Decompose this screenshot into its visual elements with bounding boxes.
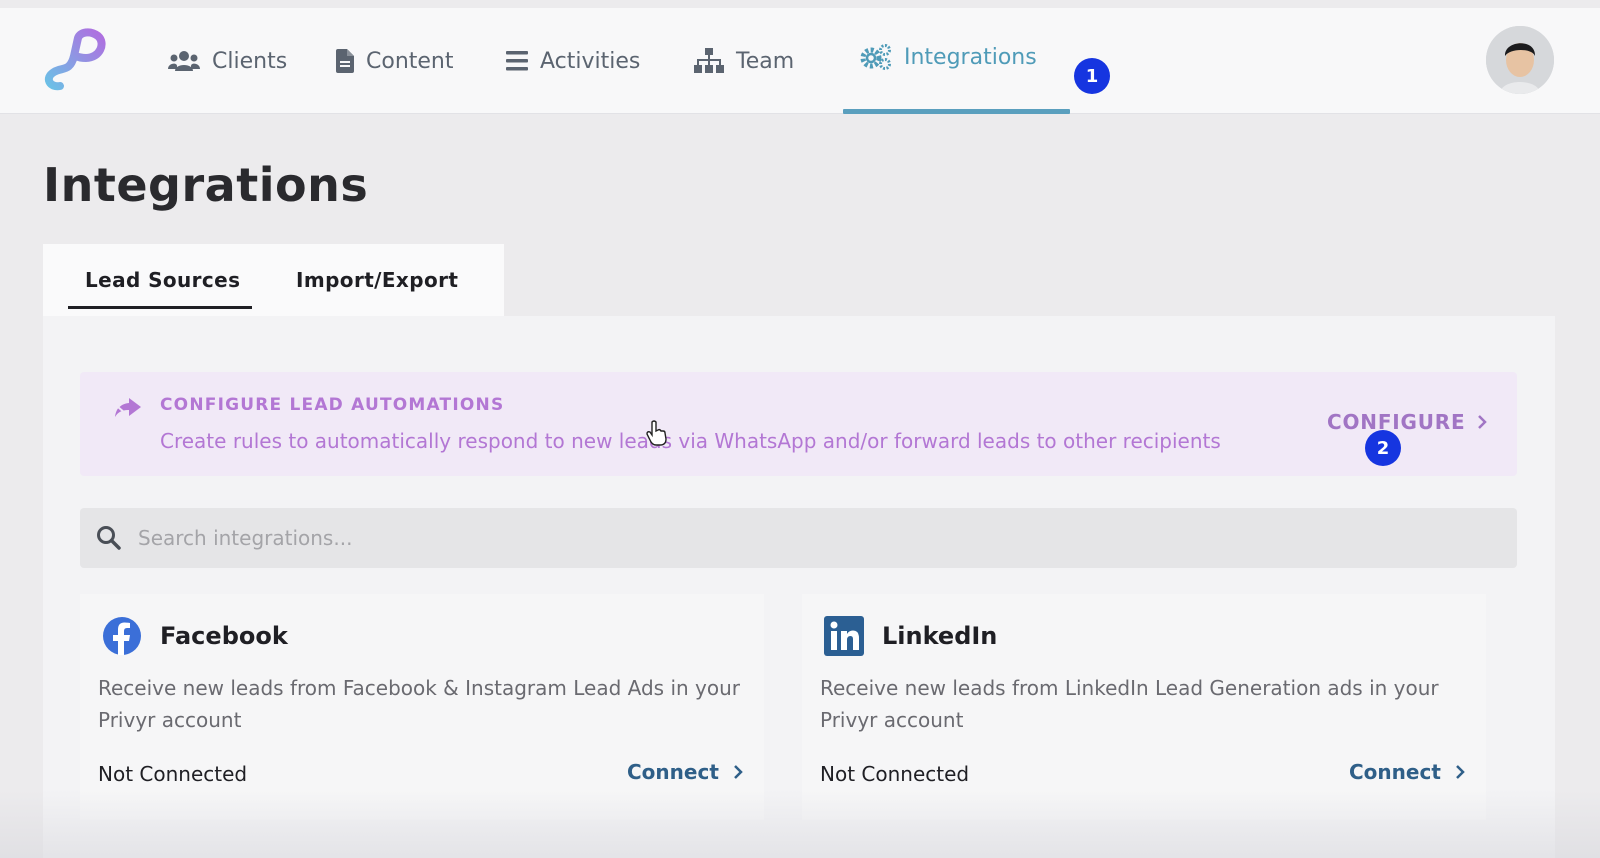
nav-activities[interactable]: Activities xyxy=(506,8,640,114)
connect-label: Connect xyxy=(627,760,719,784)
step-marker-1: 1 xyxy=(1074,58,1110,94)
facebook-icon xyxy=(103,617,141,655)
active-tab-indicator xyxy=(843,109,1070,114)
connection-status: Not Connected xyxy=(98,762,248,786)
nav-label-team: Team xyxy=(736,48,795,74)
gears-icon xyxy=(860,44,891,70)
integration-card-linkedin: LinkedIn Receive new leads from LinkedIn… xyxy=(802,594,1486,820)
banner-title: CONFIGURE LEAD AUTOMATIONS xyxy=(160,395,505,415)
configure-label: CONFIGURE xyxy=(1327,410,1466,434)
nav-team[interactable]: Team xyxy=(694,8,794,114)
step-marker-2: 2 xyxy=(1365,430,1401,466)
privyr-logo[interactable] xyxy=(40,26,106,92)
file-icon xyxy=(336,49,354,73)
nav-label-content: Content xyxy=(366,48,454,74)
top-navbar: Clients Content Activities Team Integrat… xyxy=(0,8,1600,114)
integration-description: Receive new leads from Facebook & Instag… xyxy=(98,676,741,732)
search-input[interactable] xyxy=(138,508,1498,568)
nav-content[interactable]: Content xyxy=(336,8,454,114)
avatar-image xyxy=(1486,26,1554,94)
user-avatar[interactable] xyxy=(1486,26,1554,94)
nav-integrations[interactable]: Integrations xyxy=(860,4,1037,110)
connect-facebook-button[interactable]: Connect xyxy=(627,760,743,784)
tab-bar: Lead Sources Import/Export xyxy=(43,244,504,316)
configure-button[interactable]: CONFIGURE xyxy=(1327,410,1488,434)
app-page: Clients Content Activities Team Integrat… xyxy=(0,0,1600,858)
list-icon xyxy=(506,51,528,71)
nav-label-integrations: Integrations xyxy=(904,44,1037,70)
integrations-panel: CONFIGURE LEAD AUTOMATIONS Create rules … xyxy=(43,316,1555,858)
users-icon xyxy=(168,51,200,71)
hand-cursor-icon xyxy=(646,420,667,446)
tab-active-underline xyxy=(68,306,252,309)
lead-automation-banner: CONFIGURE LEAD AUTOMATIONS Create rules … xyxy=(80,372,1517,476)
linkedin-icon xyxy=(824,616,864,656)
nav-label-clients: Clients xyxy=(212,48,288,74)
search-bar xyxy=(80,508,1517,568)
nav-label-activities: Activities xyxy=(540,48,641,74)
nav-clients[interactable]: Clients xyxy=(168,8,287,114)
search-icon xyxy=(97,526,121,550)
connection-status: Not Connected xyxy=(820,762,970,786)
connect-linkedin-button[interactable]: Connect xyxy=(1349,760,1465,784)
integration-name: LinkedIn xyxy=(882,622,998,650)
chevron-right-icon xyxy=(1455,765,1465,779)
chevron-right-icon xyxy=(733,765,743,779)
integration-description: Receive new leads from LinkedIn Lead Gen… xyxy=(820,676,1439,732)
connect-label: Connect xyxy=(1349,760,1441,784)
share-arrow-icon xyxy=(115,398,141,417)
sitemap-icon xyxy=(694,48,724,73)
page-title: Integrations xyxy=(43,158,369,212)
tab-import-export[interactable]: Import/Export xyxy=(296,244,458,316)
integration-card-facebook: Facebook Receive new leads from Facebook… xyxy=(80,594,764,820)
integration-name: Facebook xyxy=(160,622,288,650)
chevron-right-icon xyxy=(1478,415,1488,429)
banner-description: Create rules to automatically respond to… xyxy=(160,429,1221,453)
